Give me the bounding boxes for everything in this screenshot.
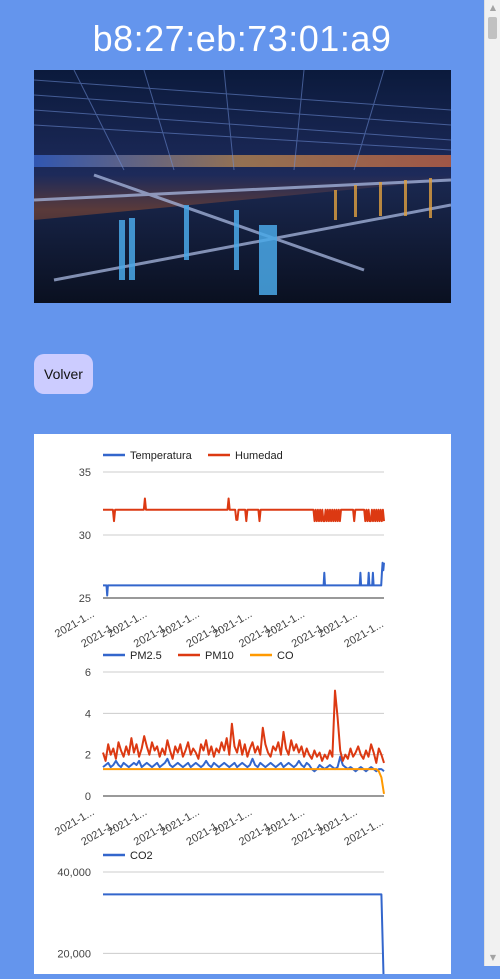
legend-label: PM10 xyxy=(205,650,234,662)
y-tick-label: 40,000 xyxy=(57,867,91,879)
legend-label: Temperatura xyxy=(130,450,193,462)
y-tick-label: 6 xyxy=(85,667,91,679)
datacenter-photo-illustration xyxy=(34,70,451,303)
scroll-up-arrow-icon[interactable]: ▲ xyxy=(485,0,500,16)
series-line xyxy=(103,893,385,979)
series-line xyxy=(102,561,385,597)
charts-panel: 25 30 35 Temperatura Humedad 2021-1... 2021-1.… xyxy=(34,434,451,979)
y-tick-label: 25 xyxy=(79,593,91,605)
scroll-down-arrow-icon[interactable]: ▼ xyxy=(485,950,500,966)
chart-2: 0246PM2.5 PM10 CO2021-1...2021-1...2021-1.… xyxy=(53,650,386,848)
y-tick-label: 30 xyxy=(79,530,91,542)
back-button[interactable]: Volver xyxy=(34,354,93,394)
y-tick-label: 4 xyxy=(85,708,91,720)
y-tick-label: 2 xyxy=(85,750,91,762)
legend-label: CO2 xyxy=(130,850,153,862)
legend-label: CO xyxy=(277,650,294,662)
series-line xyxy=(103,768,385,795)
chart-3: 20,000 40,000 CO2 xyxy=(57,850,385,979)
y-tick-label: 20,000 xyxy=(57,948,91,960)
y-tick-label: 0 xyxy=(85,791,91,803)
legend-label: PM2.5 xyxy=(130,650,162,662)
legend-label: Humedad xyxy=(235,450,283,462)
datacenter-photo xyxy=(34,70,451,303)
vertical-scrollbar[interactable]: ▲ ▼ xyxy=(484,0,500,966)
scrollbar-thumb[interactable] xyxy=(488,17,497,39)
series-line xyxy=(102,689,385,764)
series-line xyxy=(103,497,385,523)
charts-svg: 253035Temperatura Humedad2021-1...2021-1.… xyxy=(53,450,386,979)
page-title: b8:27:eb:73:01:a9 xyxy=(92,18,392,59)
y-tick-label: 35 xyxy=(79,467,91,479)
chart-1: 253035Temperatura Humedad2021-1...2021-1.… xyxy=(53,450,386,650)
